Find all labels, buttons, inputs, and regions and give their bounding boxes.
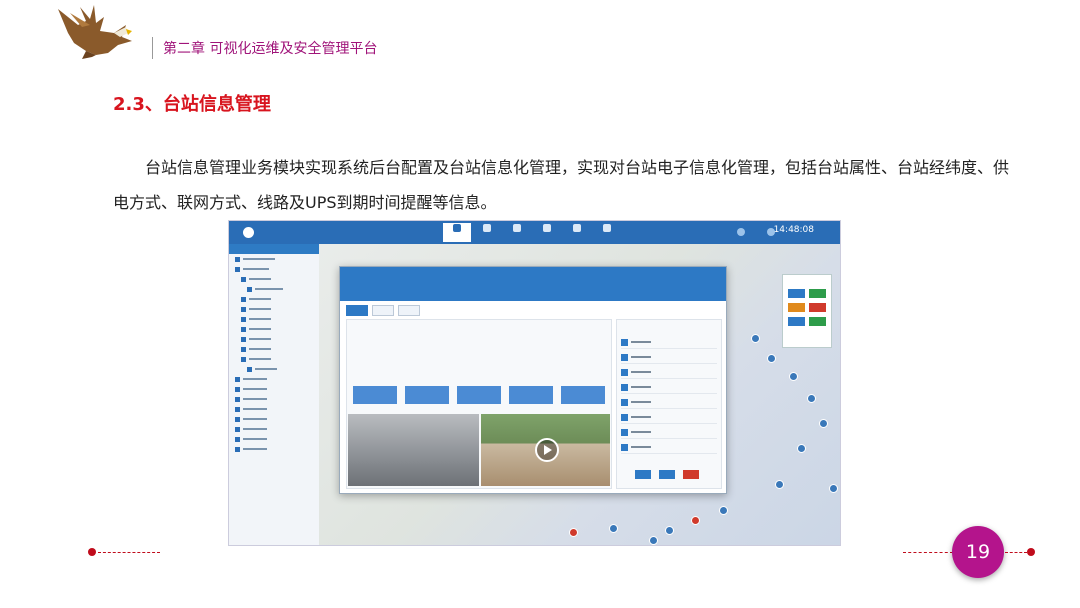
footer-dashes-right-end bbox=[1005, 552, 1027, 553]
footer-dashes-right bbox=[903, 552, 953, 553]
app-logo-icon bbox=[243, 227, 254, 238]
tree-item[interactable] bbox=[229, 334, 319, 344]
body-paragraph: 台站信息管理业务模块实现系统后台配置及台站信息化管理，实现对台站电子信息化管理，… bbox=[113, 158, 1010, 212]
map-pin[interactable] bbox=[829, 484, 838, 493]
dialog-header bbox=[340, 267, 726, 301]
nav-item-2[interactable] bbox=[473, 223, 501, 242]
chapter-title: 第二章 可视化运维及安全管理平台 bbox=[163, 41, 378, 57]
list-item[interactable] bbox=[621, 428, 717, 439]
footer-dashes-left bbox=[98, 552, 160, 553]
map-pin[interactable] bbox=[649, 536, 658, 545]
app-screenshot: 14:48:08 bbox=[228, 220, 841, 546]
tree-item[interactable] bbox=[229, 394, 319, 404]
map-pin-alert[interactable] bbox=[691, 516, 700, 525]
user-icon[interactable] bbox=[737, 228, 745, 236]
tree-item[interactable] bbox=[229, 294, 319, 304]
list-item[interactable] bbox=[621, 413, 717, 424]
dialog-tab[interactable] bbox=[372, 305, 394, 316]
sidebar-header bbox=[229, 244, 319, 254]
dialog-tabs bbox=[346, 305, 420, 316]
legend-button[interactable] bbox=[809, 289, 826, 298]
legend-button[interactable] bbox=[788, 303, 805, 312]
map-pin[interactable] bbox=[767, 354, 776, 363]
map-pin[interactable] bbox=[665, 526, 674, 535]
station-info-dialog bbox=[339, 266, 727, 494]
tree-item[interactable] bbox=[229, 354, 319, 364]
legend-button[interactable] bbox=[788, 289, 805, 298]
list-item[interactable] bbox=[621, 338, 717, 349]
header-divider bbox=[152, 37, 153, 59]
tree-item[interactable] bbox=[229, 374, 319, 384]
status-card[interactable] bbox=[561, 386, 605, 404]
station-video-exterior[interactable] bbox=[481, 414, 610, 486]
tree-item[interactable] bbox=[229, 254, 319, 264]
dialog-button[interactable] bbox=[659, 470, 675, 479]
legend-button[interactable] bbox=[788, 317, 805, 326]
map-legend-panel bbox=[782, 274, 832, 348]
map-pin[interactable] bbox=[719, 506, 728, 515]
list-item[interactable] bbox=[621, 443, 717, 454]
map-pin[interactable] bbox=[819, 419, 828, 428]
tree-item[interactable] bbox=[229, 414, 319, 424]
station-tree-sidebar bbox=[229, 244, 320, 545]
map-pin[interactable] bbox=[807, 394, 816, 403]
map-pin[interactable] bbox=[751, 334, 760, 343]
tree-item[interactable] bbox=[229, 274, 319, 284]
tree-item[interactable] bbox=[229, 304, 319, 314]
nav-item-3[interactable] bbox=[503, 223, 531, 242]
tree-item[interactable] bbox=[229, 424, 319, 434]
tree-item[interactable] bbox=[229, 314, 319, 324]
station-detail-panel bbox=[346, 319, 612, 489]
list-item[interactable] bbox=[621, 398, 717, 409]
nav-item-5[interactable] bbox=[563, 223, 591, 242]
reminder-list-panel bbox=[616, 319, 722, 489]
list-item[interactable] bbox=[621, 383, 717, 394]
page-number-badge: 19 bbox=[952, 526, 1004, 578]
legend-button[interactable] bbox=[809, 303, 826, 312]
play-icon[interactable] bbox=[535, 438, 559, 462]
tree-item[interactable] bbox=[229, 344, 319, 354]
app-topbar: 14:48:08 bbox=[229, 221, 840, 244]
footer-dot-right bbox=[1027, 548, 1035, 556]
list-item[interactable] bbox=[621, 368, 717, 379]
tree-item[interactable] bbox=[229, 384, 319, 394]
nav-item-4[interactable] bbox=[533, 223, 561, 242]
dialog-tab[interactable] bbox=[346, 305, 368, 316]
section-title: 2.3、台站信息管理 bbox=[113, 94, 271, 115]
dialog-button[interactable] bbox=[683, 470, 699, 479]
tree-item[interactable] bbox=[229, 404, 319, 414]
tree-item[interactable] bbox=[229, 324, 319, 334]
footer-dot-left bbox=[88, 548, 96, 556]
nav-item-6[interactable] bbox=[593, 223, 621, 242]
dialog-button[interactable] bbox=[635, 470, 651, 479]
tree-item[interactable] bbox=[229, 264, 319, 274]
status-card[interactable] bbox=[353, 386, 397, 404]
map-pin[interactable] bbox=[797, 444, 806, 453]
tree-item[interactable] bbox=[229, 284, 319, 294]
map-pin-alert[interactable] bbox=[569, 528, 578, 537]
map-pin[interactable] bbox=[789, 372, 798, 381]
tree-item[interactable] bbox=[229, 364, 319, 374]
tree-item[interactable] bbox=[229, 444, 319, 454]
status-card[interactable] bbox=[509, 386, 553, 404]
eagle-logo-icon bbox=[58, 5, 132, 59]
tree-item[interactable] bbox=[229, 434, 319, 444]
clock-text: 14:48:08 bbox=[773, 225, 814, 235]
list-item[interactable] bbox=[621, 353, 717, 364]
nav-item-1[interactable] bbox=[443, 223, 471, 242]
map-pin[interactable] bbox=[775, 480, 784, 489]
station-photo-interior bbox=[348, 414, 479, 486]
status-card[interactable] bbox=[405, 386, 449, 404]
legend-button[interactable] bbox=[809, 317, 826, 326]
map-pin[interactable] bbox=[609, 524, 618, 533]
status-card[interactable] bbox=[457, 386, 501, 404]
dialog-tab[interactable] bbox=[398, 305, 420, 316]
